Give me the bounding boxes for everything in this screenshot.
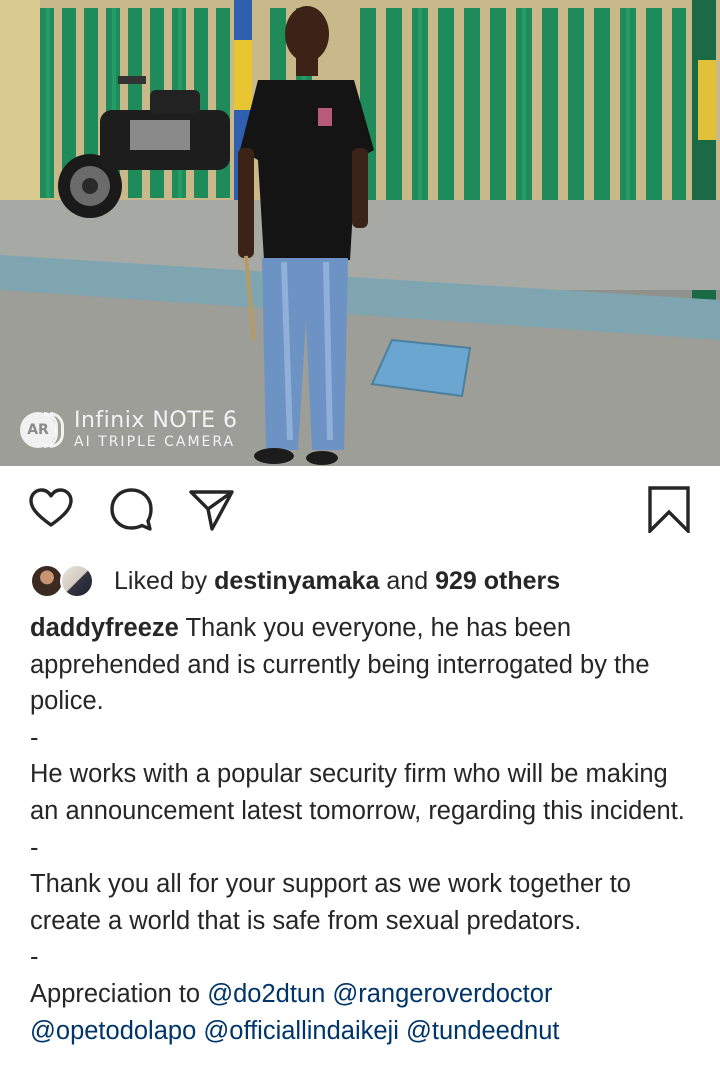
likes-count[interactable]: 929 others (435, 567, 560, 596)
likes-and: and (386, 566, 429, 595)
comment-icon (110, 488, 153, 531)
avatar (60, 564, 94, 598)
watermark-subtitle: AI TRIPLE CAMERA (74, 434, 236, 450)
caption-appreciation: Appreciation to (30, 979, 201, 1008)
liker-avatars (30, 562, 102, 600)
caption-username[interactable]: daddyfreeze (30, 614, 179, 642)
liker-username[interactable]: destinyamaka (214, 567, 379, 596)
heart-icon (29, 488, 73, 527)
caption-separator: - (30, 943, 39, 972)
caption-separator: - (30, 833, 39, 862)
share-button[interactable] (186, 484, 236, 534)
camera-watermark: AR Infinix NOTE 6 AI TRIPLE CAMERA (20, 410, 237, 449)
share-icon (189, 490, 234, 531)
mention-link[interactable]: @tundeednut (406, 1017, 560, 1045)
mention-link[interactable]: @do2dtun (207, 980, 325, 1008)
post-photo[interactable]: AR Infinix NOTE 6 AI TRIPLE CAMERA (0, 0, 720, 466)
post-caption: daddyfreeze Thank you everyone, he has b… (30, 610, 700, 1049)
mention-link[interactable]: @opetodolapo (30, 1017, 196, 1045)
save-button[interactable] (644, 484, 694, 534)
likes-row[interactable]: Liked by destinyamaka and 929 others (30, 560, 560, 602)
caption-paragraph-3: Thank you all for your support as we wor… (30, 870, 631, 935)
avatar (30, 564, 64, 598)
ar-badge: AR (20, 411, 56, 448)
caption-separator: - (30, 723, 39, 752)
post-photo-scene (0, 0, 720, 466)
comment-button[interactable] (106, 484, 156, 534)
post-action-bar (0, 484, 720, 540)
caption-paragraph-2: He works with a popular security firm wh… (30, 760, 685, 825)
mention-link[interactable]: @officiallindaikeji (203, 1017, 399, 1045)
like-button[interactable] (26, 484, 76, 534)
mention-link[interactable]: @rangeroverdoctor (332, 980, 552, 1008)
watermark-model: Infinix NOTE 6 (74, 408, 238, 433)
bookmark-icon (648, 486, 690, 533)
ar-logo: AR (20, 411, 64, 448)
likes-prefix: Liked by (114, 566, 208, 595)
